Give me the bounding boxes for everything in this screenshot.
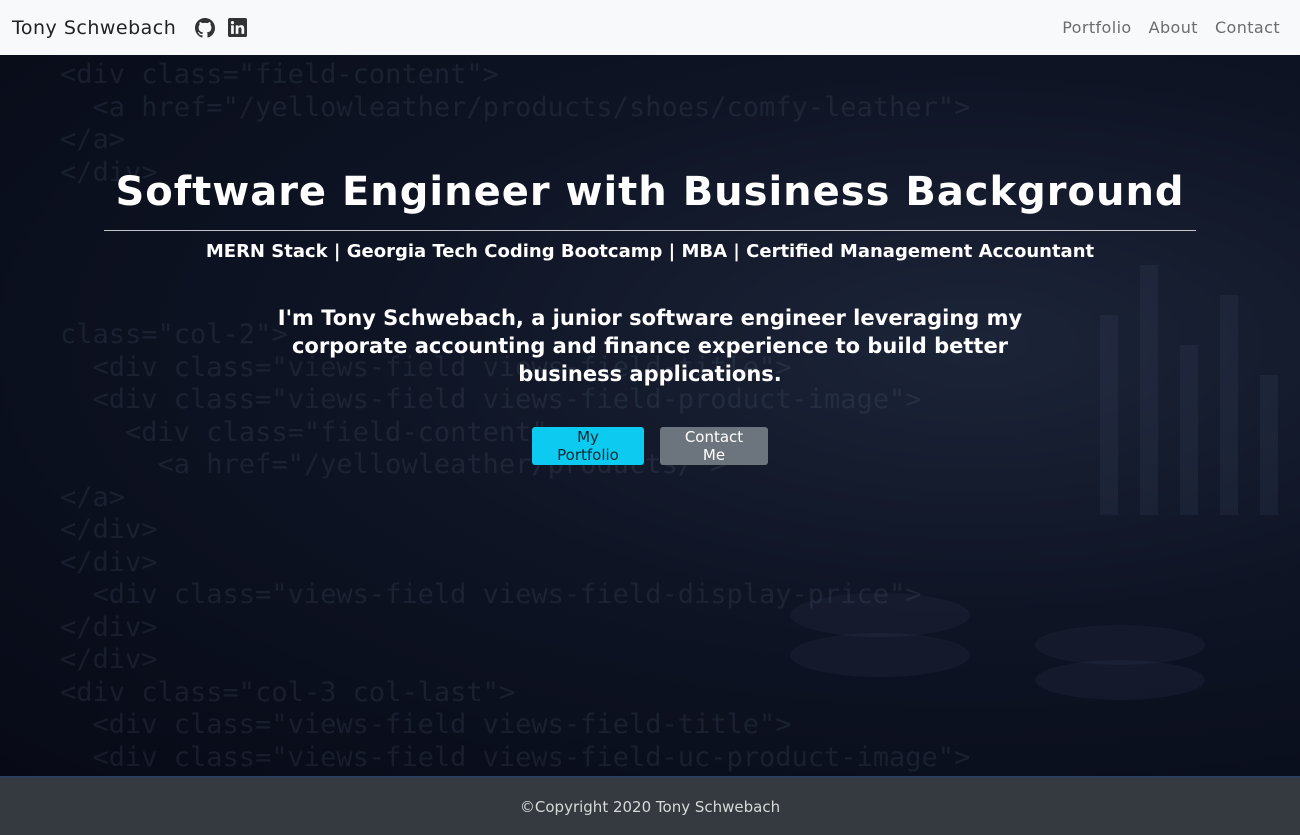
nav-portfolio[interactable]: Portfolio xyxy=(1062,18,1131,37)
hero-title: Software Engineer with Business Backgrou… xyxy=(115,169,1185,215)
hero-section: <div class="field-content"> <a href="/ye… xyxy=(0,55,1300,776)
hero-intro: I'm Tony Schwebach, a junior software en… xyxy=(277,306,1023,386)
linkedin-icon[interactable] xyxy=(226,17,248,39)
brand-link[interactable]: Tony Schwebach xyxy=(12,17,176,39)
footer: ©Copyright 2020 Tony Schwebach xyxy=(0,776,1300,835)
social-links xyxy=(194,17,248,39)
hero-content: Software Engineer with Business Backgrou… xyxy=(0,55,1300,465)
hero-buttons: My Portfolio Contact Me xyxy=(0,427,1300,465)
github-icon[interactable] xyxy=(194,17,216,39)
nav-links: Portfolio About Contact xyxy=(1062,18,1280,37)
hero-tagline: MERN Stack | Georgia Tech Coding Bootcam… xyxy=(205,241,1095,262)
nav-about[interactable]: About xyxy=(1149,18,1198,37)
contact-me-button[interactable]: Contact Me xyxy=(660,427,768,465)
hero-divider xyxy=(104,230,1196,231)
my-portfolio-button[interactable]: My Portfolio xyxy=(532,427,644,465)
navbar: Tony Schwebach Portfolio About Contact xyxy=(0,0,1300,55)
copyright-text: ©Copyright 2020 Tony Schwebach xyxy=(519,797,781,816)
nav-contact[interactable]: Contact xyxy=(1215,18,1280,37)
